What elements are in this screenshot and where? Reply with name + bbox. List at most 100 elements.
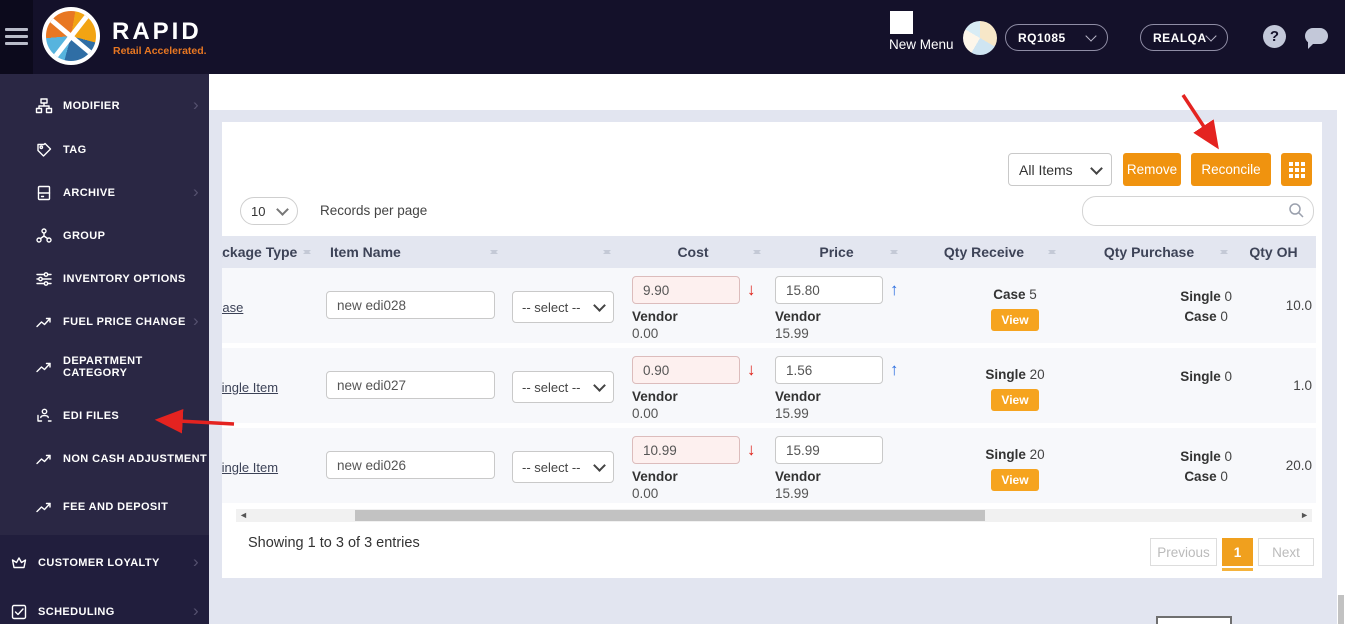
app-screen: RAPID Retail Accelerated. New Menu RQ108… [0,0,1345,624]
sort-icon[interactable] [890,246,898,258]
top-header: RAPID Retail Accelerated. New Menu RQ108… [0,0,1345,74]
sidebar-item-tag[interactable]: TAG [0,135,209,165]
table-row: Case -- select -- ↓ Vendor 0.00 ↑ Vendor… [222,268,1316,348]
view-button[interactable]: View [991,389,1039,411]
items-filter-select[interactable]: All Items [1008,153,1112,186]
vendor-cost-value: 0.00 [632,406,659,421]
qty-oh-value: 10.0 [1285,298,1312,313]
search-input[interactable] [1095,199,1284,223]
pagination-page-1-button[interactable]: 1 [1222,538,1253,566]
group-icon [35,227,54,246]
rapid-logo-icon[interactable] [42,7,100,65]
qty-receive-value: Case 5 [993,287,1037,302]
sort-icon[interactable] [1220,246,1228,258]
grid-icon [1288,161,1305,178]
grid-view-button[interactable] [1281,153,1312,186]
cost-down-arrow-icon: ↓ [747,360,756,379]
checkbox-icon [10,603,29,622]
item-name-input[interactable] [326,291,495,319]
sidebar-item-archive[interactable]: ARCHIVE › [0,178,209,208]
hamburger-menu-icon[interactable] [5,28,28,45]
chevron-down-icon [593,299,606,312]
view-button[interactable]: View [991,309,1039,331]
column-header-qty-purchase[interactable]: Qty Purchase [1063,236,1235,268]
table-scrollbar-thumb[interactable] [355,510,985,521]
sort-icon[interactable] [490,246,498,258]
sidebar-item-modifier[interactable]: MODIFIER › [0,91,209,121]
column-header-price[interactable]: Price [768,236,905,268]
chevron-right-icon: › [192,95,199,114]
sidebar-item-fuel-price-change[interactable]: FUEL PRICE CHANGE › [0,307,209,337]
chevron-right-icon: › [192,311,199,330]
column-header-package-type[interactable]: Package Type [222,236,318,268]
vendor-price-value: 15.99 [775,406,809,421]
cost-input[interactable] [632,276,740,304]
chat-icon[interactable] [1305,28,1328,49]
column-header-cost[interactable]: Cost [618,236,768,268]
user-avatar[interactable] [963,21,997,55]
cost-down-arrow-icon: ↓ [747,440,756,459]
column-header-qty-oh[interactable]: Qty OH [1235,236,1316,268]
tag-icon [35,141,54,160]
sidebar-item-non-cash-adjustment[interactable]: NON CASH ADJUSTMENT [0,444,209,474]
chevron-down-icon [1205,29,1217,42]
remove-button[interactable]: Remove [1123,153,1181,186]
sort-icon[interactable] [603,246,611,258]
pagination-next-button[interactable]: Next [1258,538,1314,566]
column-header-item-name[interactable]: Item Name [318,236,505,268]
vendor-cost-value: 0.00 [632,486,659,501]
row-select[interactable]: -- select -- [512,291,614,323]
terminal-dropdown[interactable]: RQ1085 [1005,24,1108,51]
records-per-page-select[interactable]: 10 [240,197,298,225]
sort-icon[interactable] [1048,246,1056,258]
search-icon [1288,202,1305,224]
sidebar-item-fee-and-deposit[interactable]: FEE AND DEPOSIT [0,492,209,522]
records-per-page-label: Records per page [320,203,428,218]
sidebar-item-group[interactable]: GROUP [0,221,209,251]
column-header-qty-receive[interactable]: Qty Receive [905,236,1063,268]
store-dropdown[interactable]: REALQA [1140,24,1228,51]
sidebar-item-customer-loyalty[interactable]: CUSTOMER LOYALTY › [0,548,209,578]
page-scrollbar-thumb[interactable] [1338,595,1344,624]
package-type-link[interactable]: Single Item [222,460,278,475]
help-icon[interactable]: ? [1263,25,1286,48]
sidebar-item-edi-files[interactable]: EDI FILES [0,401,209,431]
item-name-input[interactable] [326,371,495,399]
cost-input[interactable] [632,356,740,384]
row-select[interactable]: -- select -- [512,371,614,403]
cost-input[interactable] [632,436,740,464]
row-select[interactable]: -- select -- [512,451,614,483]
sidebar-item-scheduling[interactable]: SCHEDULING › [0,597,209,624]
trend-icon [35,358,54,377]
price-input[interactable] [775,436,883,464]
package-type-link[interactable]: Single Item [222,380,278,395]
column-header-blank[interactable] [505,236,618,268]
page-scrollbar[interactable] [1337,74,1345,624]
qty-purchase-value: Single 0 Case 0 [1180,289,1232,324]
chevron-down-icon [1085,29,1097,42]
sidebar-item-department-category[interactable]: DEPARTMENT CATEGORY [0,352,209,382]
view-button[interactable]: View [991,469,1039,491]
sort-icon[interactable] [753,246,761,258]
new-menu-icon[interactable] [890,11,913,34]
sort-icon[interactable] [303,246,311,258]
price-input[interactable] [775,356,883,384]
qty-oh-value: 20.0 [1285,458,1312,473]
crown-icon [10,554,29,573]
table-horizontal-scrollbar[interactable]: ◄ ► [236,509,1312,522]
sidebar-item-inventory-options[interactable]: INVENTORY OPTIONS [0,264,209,294]
brand-tagline: Retail Accelerated. [113,45,207,57]
vendor-label: Vendor [775,389,821,404]
chevron-right-icon: › [192,601,199,620]
records-per-page-value: 10 [251,203,266,219]
package-type-link[interactable]: Case [222,300,243,315]
scroll-left-icon[interactable]: ◄ [239,510,248,521]
pagination-previous-button[interactable]: Previous [1150,538,1217,566]
items-filter-value: All Items [1019,161,1073,178]
scroll-right-icon[interactable]: ► [1300,510,1309,521]
reconcile-button[interactable]: Reconcile [1191,153,1271,186]
vendor-label: Vendor [632,469,678,484]
vendor-price-value: 15.99 [775,326,809,341]
price-input[interactable] [775,276,883,304]
item-name-input[interactable] [326,451,495,479]
